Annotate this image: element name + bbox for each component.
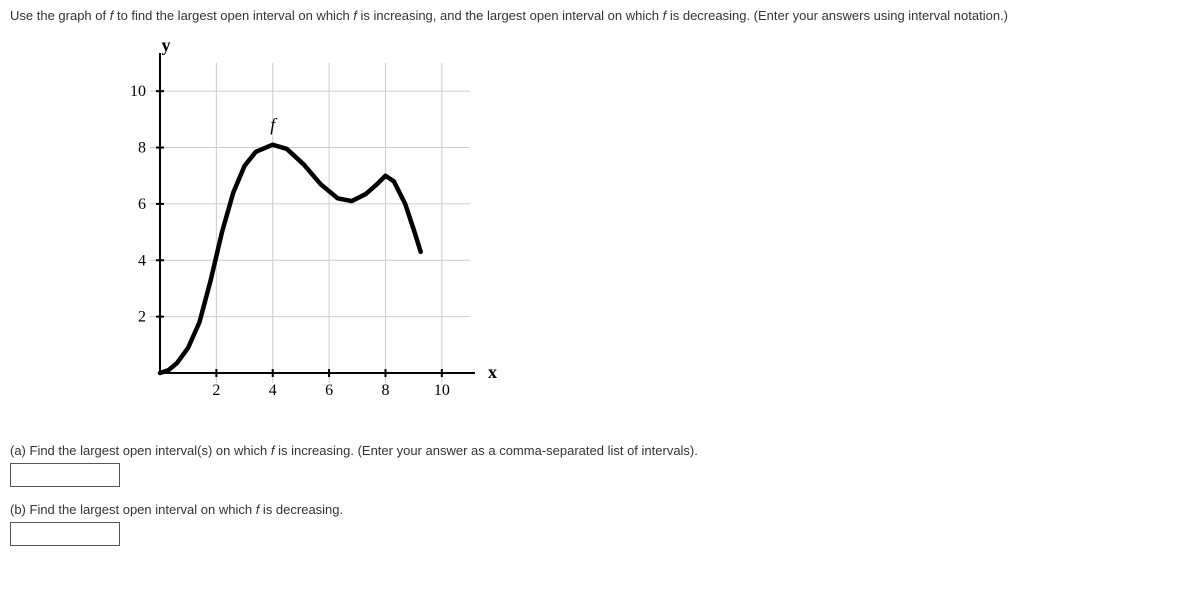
- part-a: (a) Find the largest open interval(s) on…: [10, 443, 1190, 487]
- svg-text:4: 4: [269, 382, 277, 399]
- svg-text:6: 6: [325, 382, 333, 399]
- svg-text:4: 4: [138, 252, 146, 269]
- part-b: (b) Find the largest open interval on wh…: [10, 502, 1190, 546]
- svg-text:y: y: [162, 35, 171, 55]
- svg-text:x: x: [488, 362, 497, 382]
- answer-input-a[interactable]: [10, 463, 120, 487]
- chart-svg: 2 4 6 8 10 2 4 6 8 10 y x f: [100, 33, 500, 423]
- graph: 2 4 6 8 10 2 4 6 8 10 y x f: [100, 33, 1190, 423]
- part-a-prompt: (a) Find the largest open interval(s) on…: [10, 443, 1190, 458]
- svg-text:8: 8: [381, 382, 389, 399]
- svg-text:2: 2: [212, 382, 220, 399]
- question-prompt: Use the graph of f to find the largest o…: [10, 8, 1190, 23]
- answer-input-b[interactable]: [10, 522, 120, 546]
- svg-text:6: 6: [138, 196, 146, 213]
- svg-text:f: f: [270, 115, 278, 135]
- svg-text:8: 8: [138, 140, 146, 157]
- svg-text:10: 10: [130, 83, 146, 100]
- part-b-prompt: (b) Find the largest open interval on wh…: [10, 502, 1190, 517]
- svg-text:10: 10: [434, 382, 450, 399]
- svg-text:2: 2: [138, 309, 146, 326]
